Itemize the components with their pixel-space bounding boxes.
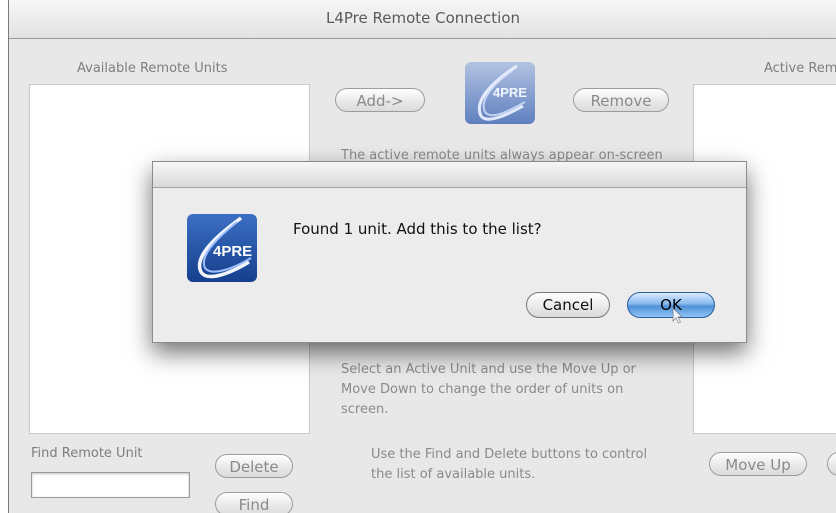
order-help-text: Select an Active Unit and use the Move U…	[341, 362, 636, 417]
add-button[interactable]: Add->	[335, 88, 425, 112]
window-titlebar[interactable]: L4Pre Remote Connection	[9, 0, 836, 39]
remove-button[interactable]: Remove	[573, 88, 669, 112]
mouse-cursor-icon	[672, 307, 684, 329]
logo-text: 4PRE	[213, 243, 252, 260]
delete-button[interactable]: Delete	[215, 454, 293, 478]
4pre-logo-icon: 4PRE	[187, 214, 257, 282]
find-remote-unit-input[interactable]	[31, 472, 190, 498]
available-units-label: Available Remote Units	[77, 61, 228, 76]
logo-text: 4PRE	[493, 85, 527, 100]
4pre-logo-icon: 4PRE	[465, 62, 535, 124]
find-button[interactable]: Find	[215, 492, 293, 513]
dialog-message: Found 1 unit. Add this to the list?	[293, 220, 542, 238]
dialog-titlebar	[153, 162, 746, 188]
move-up-button[interactable]: Move Up	[709, 452, 807, 476]
move-down-button[interactable]	[827, 452, 836, 476]
cancel-button[interactable]: Cancel	[526, 292, 610, 318]
confirm-dialog: 4PRE Found 1 unit. Add this to the list?…	[152, 161, 747, 343]
ok-button[interactable]: OK	[627, 292, 715, 318]
active-units-label: Active Rem	[764, 61, 836, 76]
find-delete-help-text: Use the Find and Delete buttons to contr…	[371, 447, 648, 482]
window-title: L4Pre Remote Connection	[325, 9, 521, 27]
find-remote-unit-label: Find Remote Unit	[31, 446, 143, 461]
